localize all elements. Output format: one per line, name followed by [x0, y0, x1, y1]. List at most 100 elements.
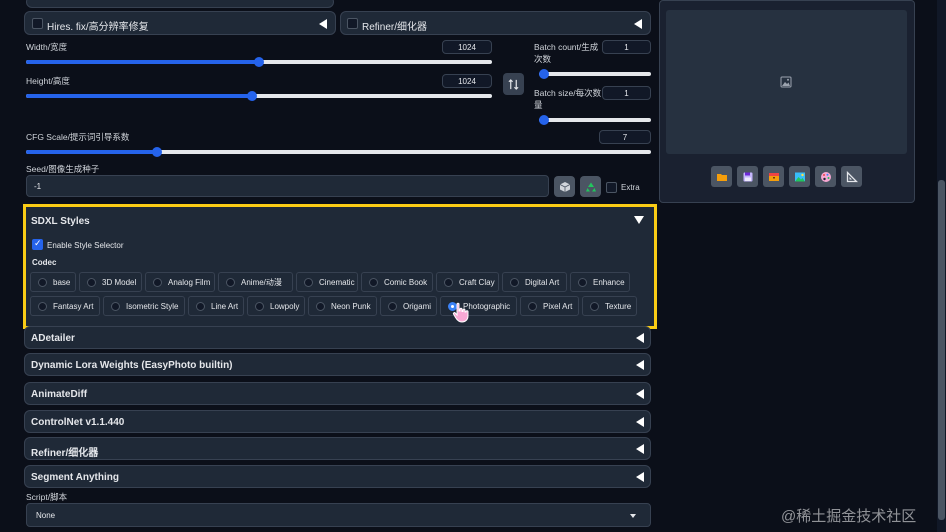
cfg-scale-slider-thumb[interactable] — [152, 147, 163, 157]
accordion-title: Segment Anything — [31, 472, 119, 483]
radio-button[interactable] — [38, 301, 47, 311]
extra-label: Extra — [621, 183, 640, 192]
collapse-arrow-icon[interactable] — [636, 360, 644, 370]
palette-icon — [820, 171, 831, 182]
send-to-extras-button[interactable] — [841, 166, 862, 187]
height-slider[interactable] — [26, 91, 492, 101]
seed-label: Seed/图像生成种子 — [26, 164, 100, 174]
accordion-title: ADetailer — [31, 333, 75, 344]
save-button[interactable] — [737, 166, 758, 187]
triangle-ruler-icon — [846, 170, 858, 182]
radio-button[interactable] — [87, 277, 96, 287]
radio-button[interactable] — [369, 277, 378, 287]
send-to-img2img-button[interactable] — [789, 166, 810, 187]
collapse-arrow-icon[interactable] — [636, 417, 644, 427]
random-seed-button[interactable] — [554, 176, 575, 197]
height-input[interactable]: 1024 — [442, 74, 492, 88]
refiner-accordion-top[interactable]: Refiner/细化器 — [340, 11, 651, 35]
style-option[interactable]: base — [30, 272, 76, 292]
style-option[interactable]: Analog Film — [145, 272, 215, 292]
refiner-accordion[interactable]: Refiner/细化器 — [24, 437, 651, 460]
radio-button[interactable] — [196, 301, 205, 311]
collapse-arrow-icon[interactable] — [636, 444, 644, 454]
radio-button[interactable] — [255, 301, 264, 311]
controlnet-accordion[interactable]: ControlNet v1.1.440 — [24, 410, 651, 433]
style-option[interactable]: Line Art — [188, 296, 244, 316]
page-scrollbar[interactable] — [937, 0, 946, 532]
radio-button[interactable] — [388, 301, 397, 311]
collapse-arrow-icon[interactable] — [319, 19, 327, 29]
collapse-arrow-icon[interactable] — [636, 389, 644, 399]
style-option[interactable]: Fantasy Art — [30, 296, 100, 316]
script-selected-value: None — [36, 511, 56, 520]
style-option[interactable]: Craft Clay — [436, 272, 499, 292]
height-label: Height/高度 — [26, 76, 70, 86]
radio-button[interactable] — [111, 301, 120, 311]
style-option[interactable]: Lowpoly — [247, 296, 305, 316]
batch-size-slider-thumb[interactable] — [539, 115, 549, 125]
radio-button[interactable] — [590, 301, 599, 311]
hires-fix-checkbox[interactable] — [32, 18, 43, 29]
seed-value: -1 — [34, 182, 42, 191]
enable-style-selector-checkbox[interactable] — [32, 239, 43, 250]
batch-size-label: Batch size/每次数 量 — [534, 88, 602, 110]
zip-button[interactable] — [763, 166, 784, 187]
radio-button[interactable] — [444, 277, 453, 287]
style-option[interactable]: Cinematic — [296, 272, 358, 292]
reuse-seed-button[interactable] — [580, 176, 601, 197]
style-option[interactable]: Anime/动漫 — [218, 272, 293, 292]
style-option[interactable]: Neon Punk — [308, 296, 377, 316]
open-folder-button[interactable] — [711, 166, 732, 187]
radio-button[interactable] — [226, 277, 235, 287]
script-dropdown[interactable]: None — [26, 503, 651, 527]
swap-dimensions-button[interactable] — [503, 73, 524, 95]
batch-count-slider-thumb[interactable] — [539, 69, 549, 79]
adetailer-accordion[interactable]: ADetailer — [24, 326, 651, 349]
dynamic-lora-weights-accordion[interactable]: Dynamic Lora Weights (EasyPhoto builtin) — [24, 353, 651, 376]
height-slider-thumb[interactable] — [247, 91, 257, 101]
top-partial-bar — [26, 0, 334, 8]
collapse-arrow-icon[interactable] — [636, 472, 644, 482]
expand-arrow-icon[interactable] — [634, 216, 644, 224]
radio-button[interactable] — [578, 277, 587, 287]
collapse-arrow-icon[interactable] — [636, 333, 644, 343]
width-slider-thumb[interactable] — [254, 57, 264, 67]
extra-checkbox[interactable] — [606, 182, 617, 193]
style-option[interactable]: Comic Book — [361, 272, 433, 292]
accordion-title: Dynamic Lora Weights (EasyPhoto builtin) — [31, 360, 233, 371]
page-scrollbar-thumb[interactable] — [938, 180, 945, 520]
radio-button[interactable] — [316, 301, 325, 311]
cfg-scale-input[interactable]: 7 — [599, 130, 651, 144]
style-option[interactable]: Isometric Style — [103, 296, 185, 316]
batch-count-slider[interactable] — [539, 69, 651, 79]
style-option[interactable]: Digital Art — [502, 272, 567, 292]
image-placeholder-icon — [780, 76, 792, 88]
batch-size-slider[interactable] — [539, 115, 651, 125]
style-option[interactable]: Origami — [380, 296, 437, 316]
radio-button[interactable] — [153, 277, 162, 287]
sdxl-styles-title[interactable]: SDXL Styles — [31, 216, 90, 227]
segment-anything-accordion[interactable]: Segment Anything — [24, 465, 651, 488]
width-slider[interactable] — [26, 57, 492, 67]
width-input[interactable]: 1024 — [442, 40, 492, 54]
refiner-checkbox[interactable] — [347, 18, 358, 29]
cfg-scale-slider[interactable] — [26, 147, 651, 157]
style-option[interactable]: Texture — [582, 296, 637, 316]
batch-count-input[interactable]: 1 — [602, 40, 651, 54]
hires-fix-accordion[interactable]: Hires. fix/高分辨率修复 — [24, 11, 336, 35]
width-label: Width/宽度 — [26, 42, 68, 52]
animatediff-accordion[interactable]: AnimateDiff — [24, 382, 651, 405]
radio-button[interactable] — [38, 277, 47, 287]
style-option[interactable]: 3D Model — [79, 272, 142, 292]
style-option[interactable]: Enhance — [570, 272, 630, 292]
picture-icon — [794, 172, 805, 181]
radio-button[interactable] — [510, 277, 519, 287]
collapse-arrow-icon[interactable] — [634, 19, 642, 29]
hand-cursor-icon — [452, 302, 469, 323]
send-to-inpaint-button[interactable] — [815, 166, 836, 187]
seed-input[interactable]: -1 — [26, 175, 549, 197]
style-option[interactable]: Pixel Art — [520, 296, 579, 316]
radio-button[interactable] — [304, 277, 313, 287]
radio-button[interactable] — [528, 301, 537, 311]
batch-size-input[interactable]: 1 — [602, 86, 651, 100]
